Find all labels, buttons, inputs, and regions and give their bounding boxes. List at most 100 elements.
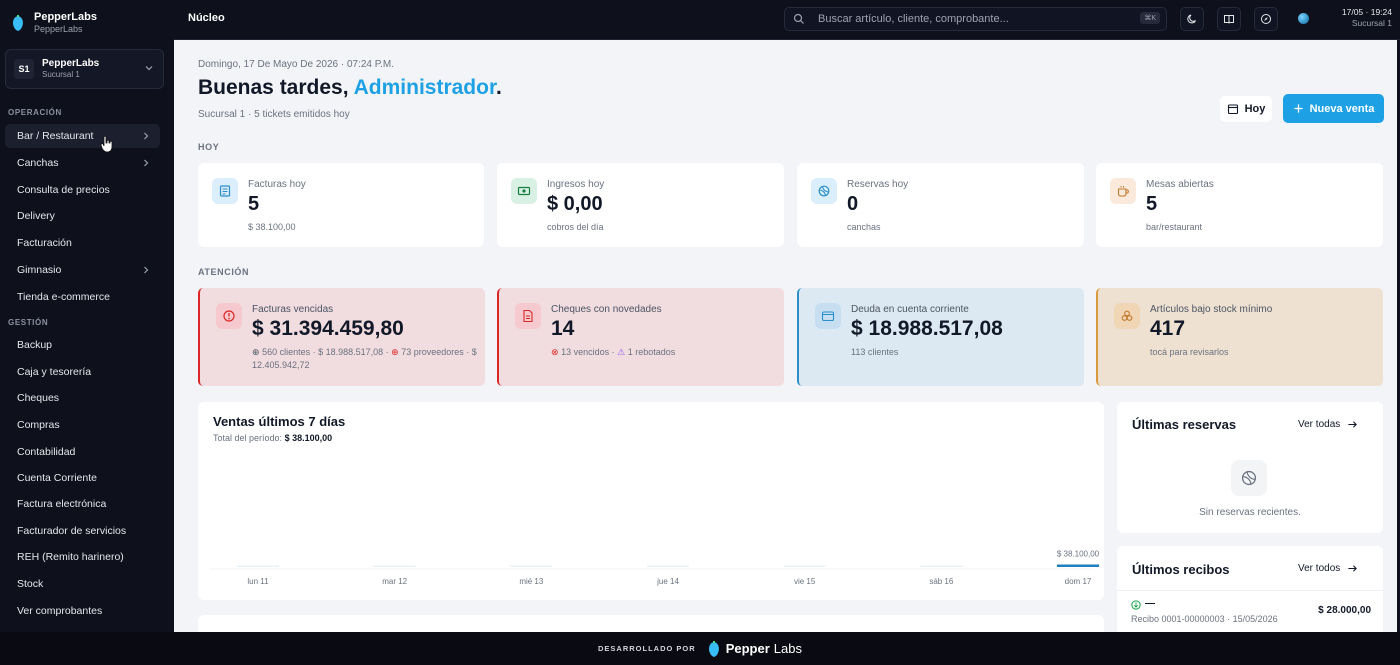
alert-note: tocá para revisarlos (1150, 347, 1229, 357)
receipts-view-all-link[interactable]: Ver todos (1298, 563, 1358, 574)
stat-value: $ 0,00 (547, 193, 603, 215)
chart-bar[interactable] (783, 565, 826, 568)
sidebar-item-compras[interactable]: Compras (5, 413, 160, 437)
new-sale-label: Nueva venta (1309, 102, 1375, 115)
sidebar-item-label: Gimnasio (17, 264, 62, 276)
sidebar-item-label: Caja y tesorería (17, 366, 92, 378)
footer-brand[interactable]: Pepper Labs (706, 640, 802, 658)
sidebar-item-caja[interactable]: Caja y tesorería (5, 360, 160, 384)
chart-bar[interactable] (373, 565, 416, 568)
list-item[interactable]: — Recibo 0001-00000003 · 15/05/2026 $ 28… (1131, 598, 1371, 630)
breadcrumb: Núcleo (188, 12, 225, 24)
sidebar-item-label: Facturador de servicios (17, 525, 127, 537)
sidebar-item-cuenta-corriente[interactable]: Cuenta Corriente (5, 466, 160, 490)
stat-card-ingresos[interactable]: Ingresos hoy $ 0,00 cobros del día (497, 163, 784, 247)
coffee-icon (1110, 178, 1136, 204)
sidebar-item-label: Delivery (17, 210, 55, 222)
alert-card-facturas-vencidas[interactable]: Facturas vencidas $ 31.394.459,80 ⊕ 560 … (198, 288, 485, 386)
alert-label: Deuda en cuenta corriente (851, 304, 969, 315)
sidebar-item-cheques[interactable]: Cheques (5, 386, 160, 410)
receipts-title: Últimos recibos (1132, 562, 1230, 577)
sidebar-item-factura-electronica[interactable]: Factura electrónica (5, 492, 160, 516)
alert-value: $ 31.394.459,80 (252, 317, 404, 340)
sidebar-item-backup[interactable]: Backup (5, 333, 160, 357)
sidebar-item-consulta-precios[interactable]: Consulta de precios (5, 178, 160, 202)
alert-card-cheques[interactable]: Cheques con novedades 14 ⊗ 13 vencidos ·… (497, 288, 784, 386)
x-circle-icon: ⊗ (551, 347, 559, 357)
sidebar-item-canchas[interactable]: Canchas (5, 151, 160, 175)
chart-tick-label: dom 17 (1065, 577, 1092, 586)
sidebar-item-delivery[interactable]: Delivery (5, 204, 160, 228)
chart-bar[interactable] (1057, 564, 1099, 568)
sidebar-item-tienda[interactable]: Tienda e-commerce (5, 285, 160, 309)
alert-note-part: 13 vencidos · (561, 347, 615, 357)
today-button-label: Hoy (1244, 103, 1266, 115)
alert-card-stock[interactable]: Artículos bajo stock mínimo 417 tocá par… (1096, 288, 1383, 386)
developed-by-label: DESARROLLADO POR (598, 644, 696, 653)
chart-bar[interactable] (510, 565, 553, 568)
stat-label: Reservas hoy (847, 179, 909, 190)
brand-name: PepperLabs (34, 11, 97, 23)
alert-label: Cheques con novedades (551, 304, 662, 315)
footer-brand-a: Pepper (725, 641, 770, 656)
theme-toggle-button[interactable] (1180, 7, 1204, 31)
sidebar-item-stock[interactable]: Stock (5, 572, 160, 596)
section-title-gestion: GESTIÓN (8, 318, 49, 327)
stat-label: Facturas hoy (248, 179, 306, 190)
chart-tick-label: lun 11 (247, 577, 269, 586)
sidebar-item-label: Stock (17, 578, 44, 590)
footer-brand-b: Labs (773, 641, 802, 656)
explore-button[interactable] (1254, 7, 1278, 31)
chart-bar[interactable] (647, 565, 689, 568)
divider (1117, 590, 1383, 591)
document-icon (515, 303, 541, 329)
stat-value: 5 (1146, 193, 1158, 215)
book-icon (1224, 15, 1234, 24)
alert-note-part: 560 clientes · $ 18.988.517,08 · (262, 347, 389, 357)
alert-card-deuda[interactable]: Deuda en cuenta corriente $ 18.988.517,0… (797, 288, 1084, 386)
brand[interactable]: PepperLabs PepperLabs (10, 8, 97, 38)
arrow-up-icon: ⊕ (391, 347, 399, 357)
sidebar-item-label: Compras (17, 419, 60, 431)
search-box[interactable]: ⌘K (784, 7, 1167, 31)
sidebar-item-facturador-servicios[interactable]: Facturador de servicios (5, 519, 160, 543)
docs-button[interactable] (1217, 7, 1241, 31)
sidebar-item-ver-comprobantes[interactable]: Ver comprobantes (5, 599, 160, 623)
branch-selector[interactable]: S1 PepperLabs Sucursal 1 (5, 49, 164, 89)
search-input[interactable] (818, 13, 1128, 25)
moon-icon (1187, 14, 1196, 24)
sidebar-item-gimnasio[interactable]: Gimnasio (5, 258, 160, 282)
chart-tick-label: mar 12 (382, 577, 407, 586)
sidebar-item-label: Ver comprobantes (17, 605, 103, 617)
branch-name: PepperLabs (42, 58, 100, 69)
reservations-panel: Últimas reservas Ver todas Sin reservas … (1117, 402, 1383, 533)
alert-label: Artículos bajo stock mínimo (1150, 304, 1273, 315)
stat-card-reservas[interactable]: Reservas hoy 0 canchas (797, 163, 1084, 247)
sidebar-item-facturacion[interactable]: Facturación (5, 231, 160, 255)
sidebar-item-bar-restaurant[interactable]: Bar / Restaurant (5, 124, 160, 148)
sidebar-item-label: Cheques (17, 392, 60, 404)
stat-card-facturas[interactable]: Facturas hoy 5 $ 38.100,00 (198, 163, 484, 247)
chevron-right-icon (144, 159, 149, 167)
partial-panel (198, 615, 1104, 632)
sidebar-item-label: Consulta de precios (17, 184, 110, 196)
search-icon (793, 13, 804, 24)
reservations-view-all-link[interactable]: Ver todas (1298, 419, 1358, 430)
alert-note-part: 73 proveedores (401, 347, 464, 357)
sidebar-item-contabilidad[interactable]: Contabilidad (5, 440, 160, 464)
stat-value: 0 (847, 193, 859, 215)
status-globe-icon[interactable] (1298, 13, 1309, 24)
chart-bar[interactable] (920, 565, 963, 568)
today-button[interactable]: Hoy (1220, 96, 1272, 122)
chart-tick-label: jue 14 (656, 577, 679, 586)
section-title-hoy: HOY (198, 142, 220, 152)
stat-card-mesas[interactable]: Mesas abiertas 5 bar/restaurant (1096, 163, 1383, 247)
link-label: Ver todos (1298, 563, 1341, 574)
section-title-atencion: ATENCIÓN (198, 267, 250, 277)
cash-icon (511, 178, 537, 204)
sidebar-item-reh[interactable]: REH (Remito harinero) (5, 545, 160, 569)
alert-note-part: 1 rebotados (627, 347, 676, 357)
chart-bar[interactable] (237, 565, 279, 568)
sidebar-item-label: Cuenta Corriente (17, 472, 97, 484)
new-sale-button[interactable]: Nueva venta (1283, 94, 1384, 123)
